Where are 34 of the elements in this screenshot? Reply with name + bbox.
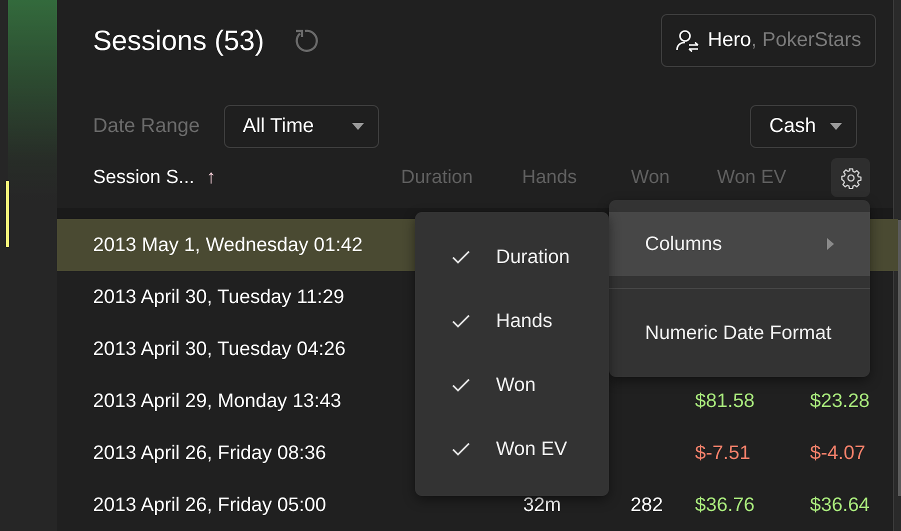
menu-item[interactable]: Hands bbox=[415, 289, 609, 353]
menu-item[interactable]: Won bbox=[415, 353, 609, 417]
table-cell: 2013 April 29, Monday 13:43 bbox=[93, 390, 342, 412]
caret-icon bbox=[830, 123, 842, 130]
sort-arrow: ↑ bbox=[206, 166, 216, 188]
settings-icon bbox=[840, 166, 862, 188]
settings-button[interactable] bbox=[831, 158, 870, 197]
table-cell: 2013 May 1, Wednesday 01:42 bbox=[93, 234, 363, 256]
table-cell: 2013 April 26, Friday 08:36 bbox=[93, 442, 326, 464]
date-range-dropdown[interactable]: All Time bbox=[224, 105, 379, 148]
table-cell: $36.76 bbox=[695, 494, 755, 516]
user-switch-icon bbox=[676, 28, 700, 52]
table-cell: $-4.07 bbox=[810, 442, 866, 464]
menu-item[interactable]: Numeric Date Format bbox=[609, 301, 870, 365]
table-cell: 2013 April 26, Friday 05:00 bbox=[93, 494, 326, 516]
caret-icon bbox=[352, 123, 364, 130]
game-type-dropdown[interactable]: Cash bbox=[750, 105, 857, 148]
user-switch-button[interactable]: Hero, PokerStars bbox=[661, 14, 876, 67]
table-cell: $-7.51 bbox=[695, 442, 750, 464]
table-cell: $36.64 bbox=[810, 494, 870, 516]
table-cell: 2013 April 30, Tuesday 04:26 bbox=[93, 338, 346, 360]
table-cell: $81.58 bbox=[695, 390, 755, 412]
column-header[interactable]: Session S... bbox=[93, 166, 194, 188]
menu-item[interactable]: Columns bbox=[609, 212, 870, 276]
active-indicator bbox=[6, 181, 9, 247]
menu-item[interactable]: Duration bbox=[415, 225, 609, 289]
table-cell: $23.28 bbox=[810, 390, 870, 412]
table-cell: 282 bbox=[630, 494, 663, 516]
page-title: Sessions (53) bbox=[93, 24, 264, 56]
table-cell: 32m bbox=[523, 494, 561, 516]
submenu-arrow-icon bbox=[827, 238, 834, 250]
menu-item[interactable]: Won EV bbox=[415, 417, 609, 481]
table-cell: 2013 April 30, Tuesday 11:29 bbox=[93, 286, 344, 308]
date-range-label: Date Range bbox=[93, 115, 200, 138]
